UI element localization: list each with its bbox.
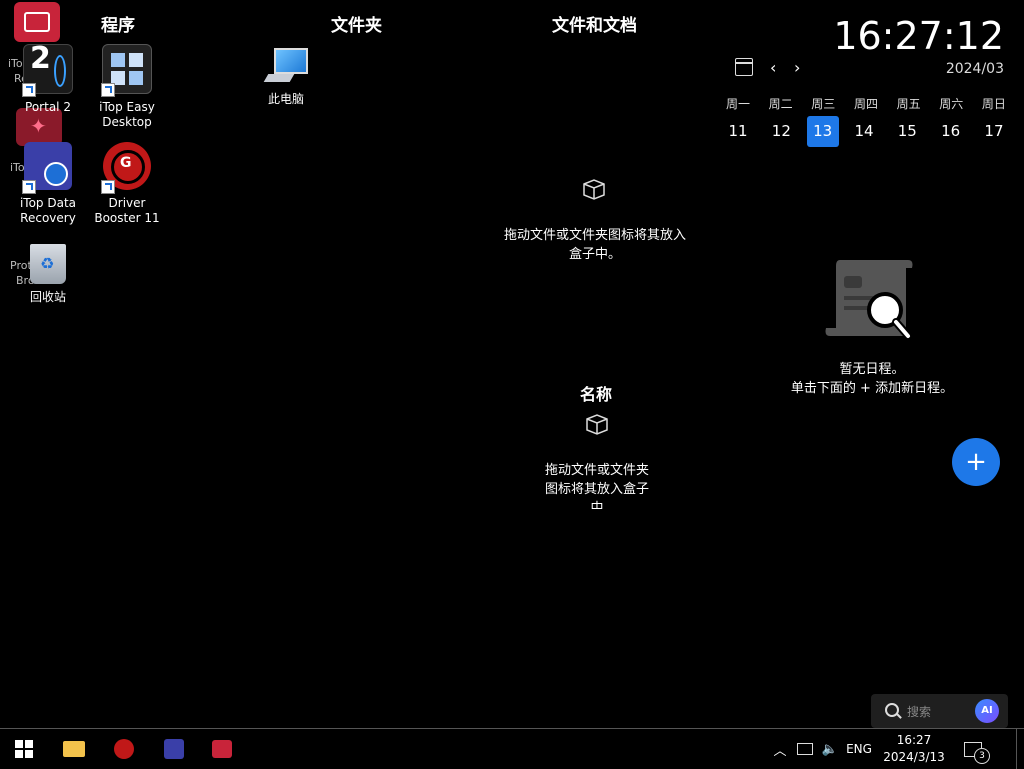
ai-label: AI — [981, 705, 993, 716]
weekday-label: 周一 — [725, 97, 750, 111]
shortcut-arrow-icon — [22, 180, 36, 194]
calendar-day[interactable]: 16 — [933, 116, 969, 147]
itop-data-recovery-icon — [22, 142, 72, 194]
calendar-day[interactable]: 12 — [763, 116, 799, 147]
input-language[interactable]: ENG — [842, 729, 876, 769]
empty-schedule-line2: 单击下面的 + 添加新日程。 — [790, 381, 954, 396]
start-button[interactable] — [0, 729, 48, 769]
taskbar-itop-screen-recorder[interactable] — [200, 729, 244, 769]
network-icon — [797, 743, 813, 755]
sparkle-icon: ✦ — [30, 114, 47, 138]
calendar-day[interactable]: 15 — [889, 116, 925, 147]
weekday-label: 周三 — [811, 97, 836, 111]
recycle-bin-icon: ♻ — [30, 244, 66, 284]
video-camera-icon — [24, 12, 50, 32]
taskbar-itop-data-recovery[interactable] — [152, 729, 196, 769]
search-box[interactable]: 搜索 AI — [871, 694, 1008, 728]
desktop-icon-label: iTop Easy Desktop — [99, 100, 155, 129]
desktop-icon-label: Portal 2 — [25, 100, 71, 114]
add-schedule-button[interactable]: + — [952, 438, 1000, 486]
volume-muted-icon: 🔈 — [821, 741, 839, 757]
desktop-icon-label: iTop Data Recovery — [19, 196, 77, 225]
volume-status[interactable]: 🔈 — [818, 729, 842, 769]
desktop-icon-itop-easy-desktop[interactable]: iTop Easy Desktop — [87, 44, 167, 130]
calendar-weekdays: 周一 周二 周三 周四 周五 周六 周日 — [720, 95, 1012, 112]
calendar-month: 2024/03 — [945, 61, 1004, 77]
files-box-hint-line1: 拖动文件或文件夹图标将其放入 — [503, 228, 686, 243]
shortcut-arrow-icon — [101, 180, 115, 194]
clock-time: 16:27:12 — [833, 14, 1004, 58]
video-camera-icon — [212, 740, 232, 758]
box-icon — [584, 413, 610, 435]
name-box-hint: 拖动文件或文件夹 图标将其放入盒子 中 — [527, 461, 667, 509]
name-box-hint-line1: 拖动文件或文件夹 — [544, 463, 649, 478]
language-label: ENG — [846, 742, 872, 756]
name-box-title: 名称 — [580, 385, 613, 404]
files-box-hint-line2: 盒子中。 — [568, 247, 621, 262]
empty-schedule-text: 暂无日程。 单击下面的 + 添加新日程。 — [760, 360, 984, 398]
plus-icon: + — [965, 447, 987, 477]
notification-icon: 3 — [964, 741, 990, 764]
prev-month-button[interactable]: ‹ — [770, 58, 776, 77]
show-hidden-icons-button[interactable]: ︿ — [769, 729, 791, 769]
desktop-icon-label: Driver Booster 11 — [94, 196, 160, 225]
name-box-hint-line3: 中 — [590, 501, 604, 509]
desktop-icon-label: 回收站 — [29, 290, 66, 304]
driver-booster-icon — [114, 739, 134, 759]
weekday-label: 周五 — [896, 97, 921, 111]
calendar-day[interactable]: 17 — [976, 116, 1012, 147]
itop-data-recovery-icon — [164, 739, 184, 759]
weekday-label: 周日 — [981, 97, 1006, 111]
folders-box-title: 文件夹 — [331, 16, 382, 36]
calendar-day-today[interactable]: 13 — [806, 116, 839, 147]
files-box-hint: 拖动文件或文件夹图标将其放入 盒子中。 — [480, 226, 710, 264]
calendar-day[interactable]: 14 — [846, 116, 882, 147]
taskbar-file-explorer[interactable] — [52, 729, 96, 769]
shortcut-arrow-icon — [22, 83, 36, 97]
desktop-icon-portal2[interactable]: 2 Portal 2 — [8, 44, 88, 115]
name-box-hint-line2: 图标将其放入盒子 — [544, 482, 649, 497]
weekday-label: 周六 — [939, 97, 964, 111]
desktop-icon-label: 此电脑 — [267, 92, 304, 106]
show-desktop-button[interactable] — [1016, 729, 1024, 769]
taskbar-time: 16:27 — [896, 733, 932, 747]
desktop-icon-itop-data-recovery[interactable]: iTop Data Recovery — [8, 142, 88, 226]
taskbar-date: 2024/3/13 — [883, 750, 945, 764]
desktop-icon-recycle-bin[interactable]: ♻ 回收站 — [8, 244, 88, 305]
empty-schedule-line1: 暂无日程。 — [839, 362, 905, 377]
calendar-days: 11 12 13 14 15 16 17 — [720, 116, 1012, 147]
search-input[interactable]: 搜索 — [907, 703, 931, 720]
weekday-label: 周二 — [768, 97, 793, 111]
chevron-up-icon: ︿ — [773, 743, 787, 759]
shortcut-arrow-icon — [101, 83, 115, 97]
files-box-title: 文件和文档 — [552, 16, 637, 36]
calendar-icon[interactable] — [735, 58, 753, 76]
network-status[interactable] — [793, 729, 817, 769]
taskbar-driver-booster[interactable] — [102, 729, 146, 769]
notification-count: 3 — [974, 747, 990, 764]
weekday-label: 周四 — [853, 97, 878, 111]
taskbar-clock[interactable]: 16:27 2024/3/13 — [878, 729, 950, 769]
driver-booster-icon: G — [101, 142, 151, 194]
desktop-icon-this-pc[interactable]: 此电脑 — [246, 46, 326, 107]
taskbar: ︿ 🔈 ENG 16:27 2024/3/13 3 — [0, 728, 1024, 769]
ai-assistant-icon[interactable]: AI — [975, 699, 999, 723]
programs-box-title: 程序 — [101, 16, 135, 36]
itop-easy-desktop-icon — [101, 44, 152, 97]
desktop-icon-driver-booster[interactable]: G Driver Booster 11 — [87, 142, 167, 226]
next-month-button[interactable]: › — [794, 58, 800, 77]
partial-icon-1[interactable] — [14, 2, 60, 42]
box-icon — [581, 178, 607, 200]
folder-icon — [63, 741, 85, 757]
windows-logo-icon — [15, 740, 33, 758]
notification-center-button[interactable]: 3 — [956, 729, 990, 769]
portal2-icon: 2 — [22, 44, 73, 97]
this-pc-icon — [262, 46, 310, 86]
calendar-day[interactable]: 11 — [720, 116, 756, 147]
empty-schedule-illustration — [822, 256, 914, 346]
